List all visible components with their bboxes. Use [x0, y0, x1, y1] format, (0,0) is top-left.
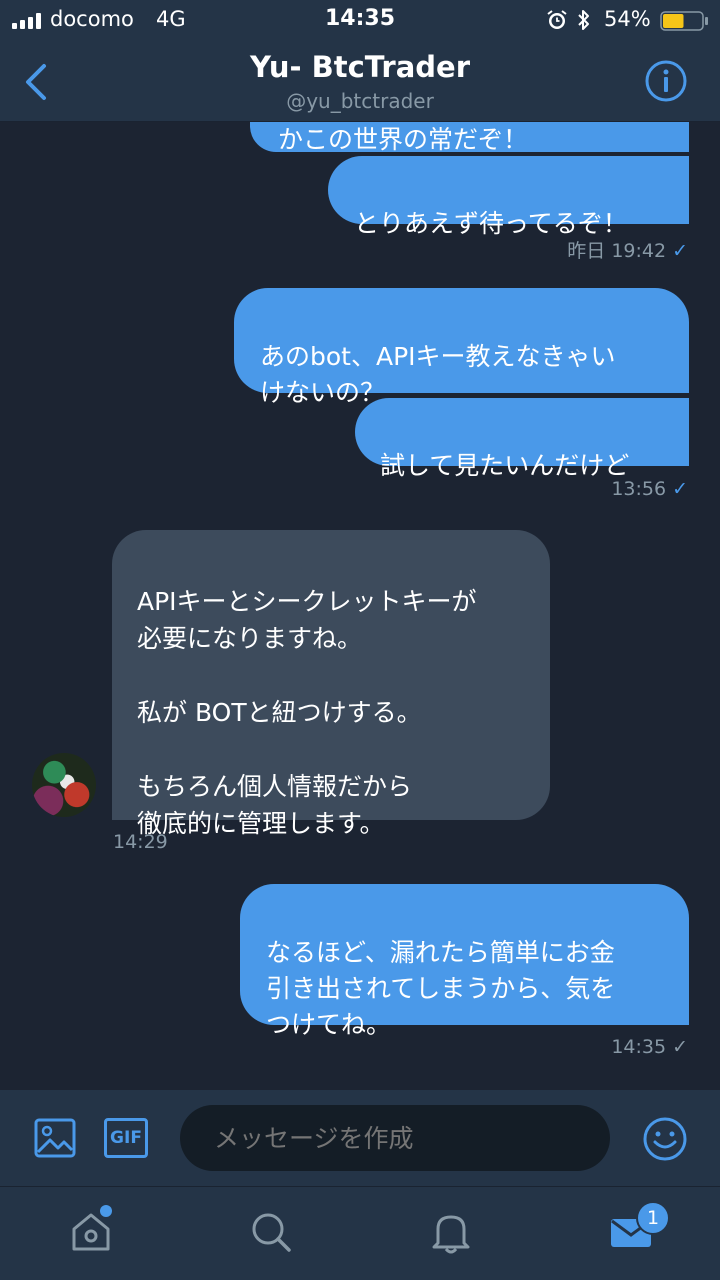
- gif-button[interactable]: GIF: [104, 1118, 148, 1158]
- smiley-icon[interactable]: [642, 1116, 688, 1162]
- message-bubble[interactable]: なるほど、漏れたら簡単にお金 引き出されてしまうから、気を つけてね。: [240, 884, 689, 1039]
- avatar[interactable]: [32, 753, 96, 817]
- conversation-header: Yu- BtcTrader @yu_btctrader: [0, 40, 720, 122]
- image-icon[interactable]: [34, 1118, 76, 1158]
- info-icon[interactable]: [644, 59, 688, 103]
- sent-check-icon: ✓: [672, 1036, 688, 1058]
- message-timestamp: 14:29: [113, 831, 168, 853]
- bottom-tab-bar: 1: [0, 1186, 720, 1280]
- conversation-handle[interactable]: @yu_btctrader: [0, 89, 720, 113]
- message-bubble[interactable]: 試して見たいんだけど: [355, 398, 689, 480]
- status-bar: docomo 4G 14:35 54%: [0, 0, 720, 40]
- alarm-icon: [547, 10, 567, 29]
- message-list[interactable]: かこの世界の常だぞ！ とりあえず待ってるぞ！ 昨日 19:42 ✓ あのbot、A…: [0, 122, 720, 1090]
- message-bubble[interactable]: かこの世界の常だぞ！: [250, 122, 689, 152]
- message-bubble[interactable]: APIキーとシークレットキーが 必要になりますね。 私が BOTと紐つけする。 …: [112, 530, 550, 838]
- battery-percentage: 54%: [604, 7, 651, 31]
- message-timestamp: 昨日 19:42 ✓: [567, 240, 688, 262]
- battery-icon: [660, 11, 708, 31]
- message-timestamp: 13:56 ✓: [611, 478, 688, 500]
- conversation-title[interactable]: Yu- BtcTrader: [0, 50, 720, 84]
- message-bubble[interactable]: とりあえず待ってるぞ！: [328, 156, 689, 238]
- read-check-icon: ✓: [672, 478, 688, 500]
- search-icon[interactable]: [248, 1209, 294, 1255]
- read-check-icon: ✓: [672, 240, 688, 262]
- message-input[interactable]: [180, 1105, 610, 1171]
- bell-icon[interactable]: [428, 1209, 474, 1255]
- message-bubble[interactable]: あのbot、APIキー教えなきゃい けないの？: [234, 288, 689, 407]
- mail-badge: 1: [636, 1201, 670, 1235]
- message-timestamp: 14:35 ✓: [611, 1036, 688, 1058]
- message-composer: GIF: [0, 1090, 720, 1186]
- home-notification-dot: [100, 1205, 112, 1217]
- bluetooth-icon: [578, 10, 589, 30]
